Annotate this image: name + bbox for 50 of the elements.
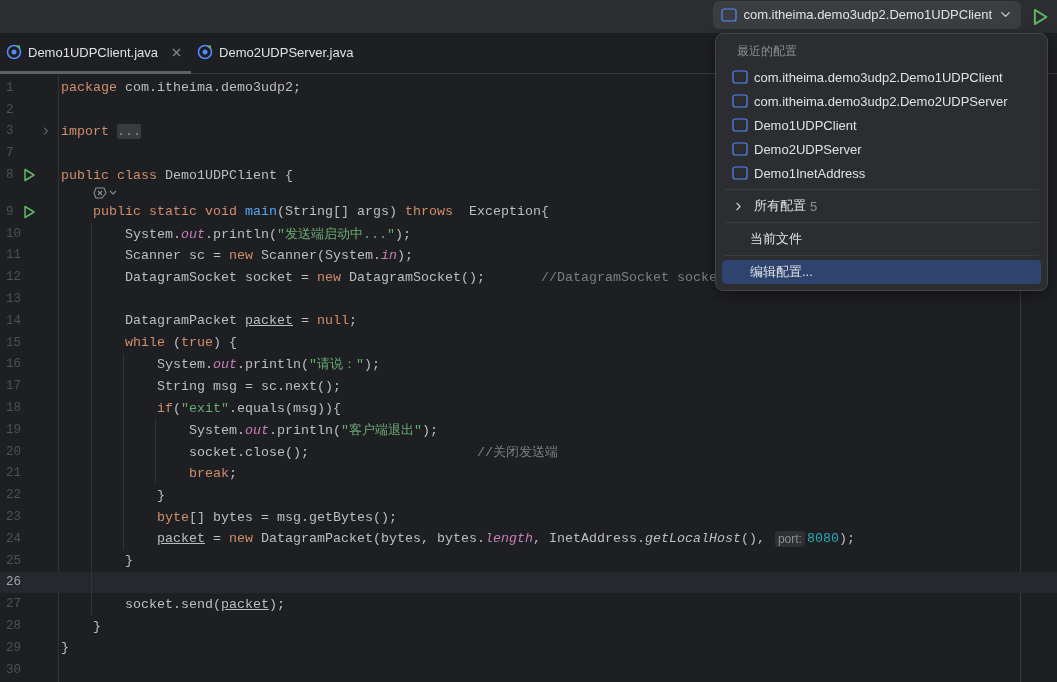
item-count: 5 <box>810 198 818 214</box>
play-icon[interactable] <box>22 204 36 219</box>
code-text: System.out.println("发送端启动中..."); <box>125 225 411 243</box>
parameter-hint: port: <box>774 530 805 547</box>
menu-item[interactable]: 所有配置 5 <box>722 194 1041 218</box>
menu-item[interactable]: Demo1UDPClient <box>722 113 1041 137</box>
code-text: DatagramSocket socket = new DatagramSocket(); //DatagramSocket socke <box>125 269 717 285</box>
code-text: while (true) { <box>125 335 237 351</box>
code-text: packet = new DatagramPacket(bytes, bytes.length, InetAddress.getLocalHost(), <box>157 531 766 547</box>
code-text: } <box>93 618 101 634</box>
code-text: break; <box>189 465 237 481</box>
line-number: 26 <box>6 575 21 590</box>
code-text: socket.close(); //关闭发送端 <box>189 443 558 461</box>
code-text: package com.itheima.demo3udp2; <box>61 80 301 96</box>
code-text: public class Demo1UDPClient { <box>61 167 293 183</box>
code-text: } <box>61 640 69 656</box>
editor-tab[interactable]: Demo2UDPServer.java <box>191 33 362 74</box>
code-text: if("exit".equals(msg)){ <box>157 400 341 416</box>
menu-item[interactable]: Demo2UDPServer <box>722 137 1041 161</box>
code-text: } <box>157 487 165 503</box>
class-icon <box>197 44 214 60</box>
menu-item[interactable]: Demo1InetAddress <box>722 161 1041 185</box>
code-text: System.out.println("请说："); <box>157 356 380 374</box>
menu-item[interactable]: 当前文件 <box>722 227 1041 251</box>
window-icon <box>732 70 748 84</box>
menu-header: 最近的配置 <box>736 43 798 60</box>
class-icon <box>6 44 22 60</box>
code-text: public static void main(String[] args) throws Exception{ <box>93 204 549 220</box>
window-icon <box>732 142 748 156</box>
window-icon <box>721 7 738 22</box>
folded-code[interactable]: ... <box>117 124 141 139</box>
window-icon <box>732 166 748 180</box>
editor-tab[interactable]: Demo1UDPClient.java <box>0 33 192 74</box>
menu-item[interactable]: com.itheima.demo3udp2.Demo1UDPClient <box>722 65 1041 89</box>
menu-item[interactable]: com.itheima.demo3udp2.Demo2UDPServer <box>722 89 1041 113</box>
play-icon[interactable] <box>1031 7 1049 26</box>
code-text: import <box>61 124 110 139</box>
code-text: 8080); <box>806 531 855 547</box>
code-text: } <box>125 553 133 569</box>
code-text: String msg = sc.next(); <box>157 378 341 394</box>
code-text: byte[] bytes = msg.getBytes(); <box>157 509 397 525</box>
window-icon <box>732 94 748 108</box>
window-icon <box>732 118 748 132</box>
run-configuration-dropdown[interactable]: com.itheima.demo3udp2.Demo1UDPClient <box>713 0 1021 29</box>
code-text: System.out.println("客户端退出"); <box>189 421 438 439</box>
code-text: Scanner sc = new Scanner(System.in); <box>125 247 413 263</box>
code-text: DatagramPacket packet = null; <box>125 313 357 329</box>
play-icon[interactable] <box>22 168 36 183</box>
menu-item[interactable]: 编辑配置... <box>722 260 1041 284</box>
code-text: socket.send(packet); <box>125 596 285 612</box>
